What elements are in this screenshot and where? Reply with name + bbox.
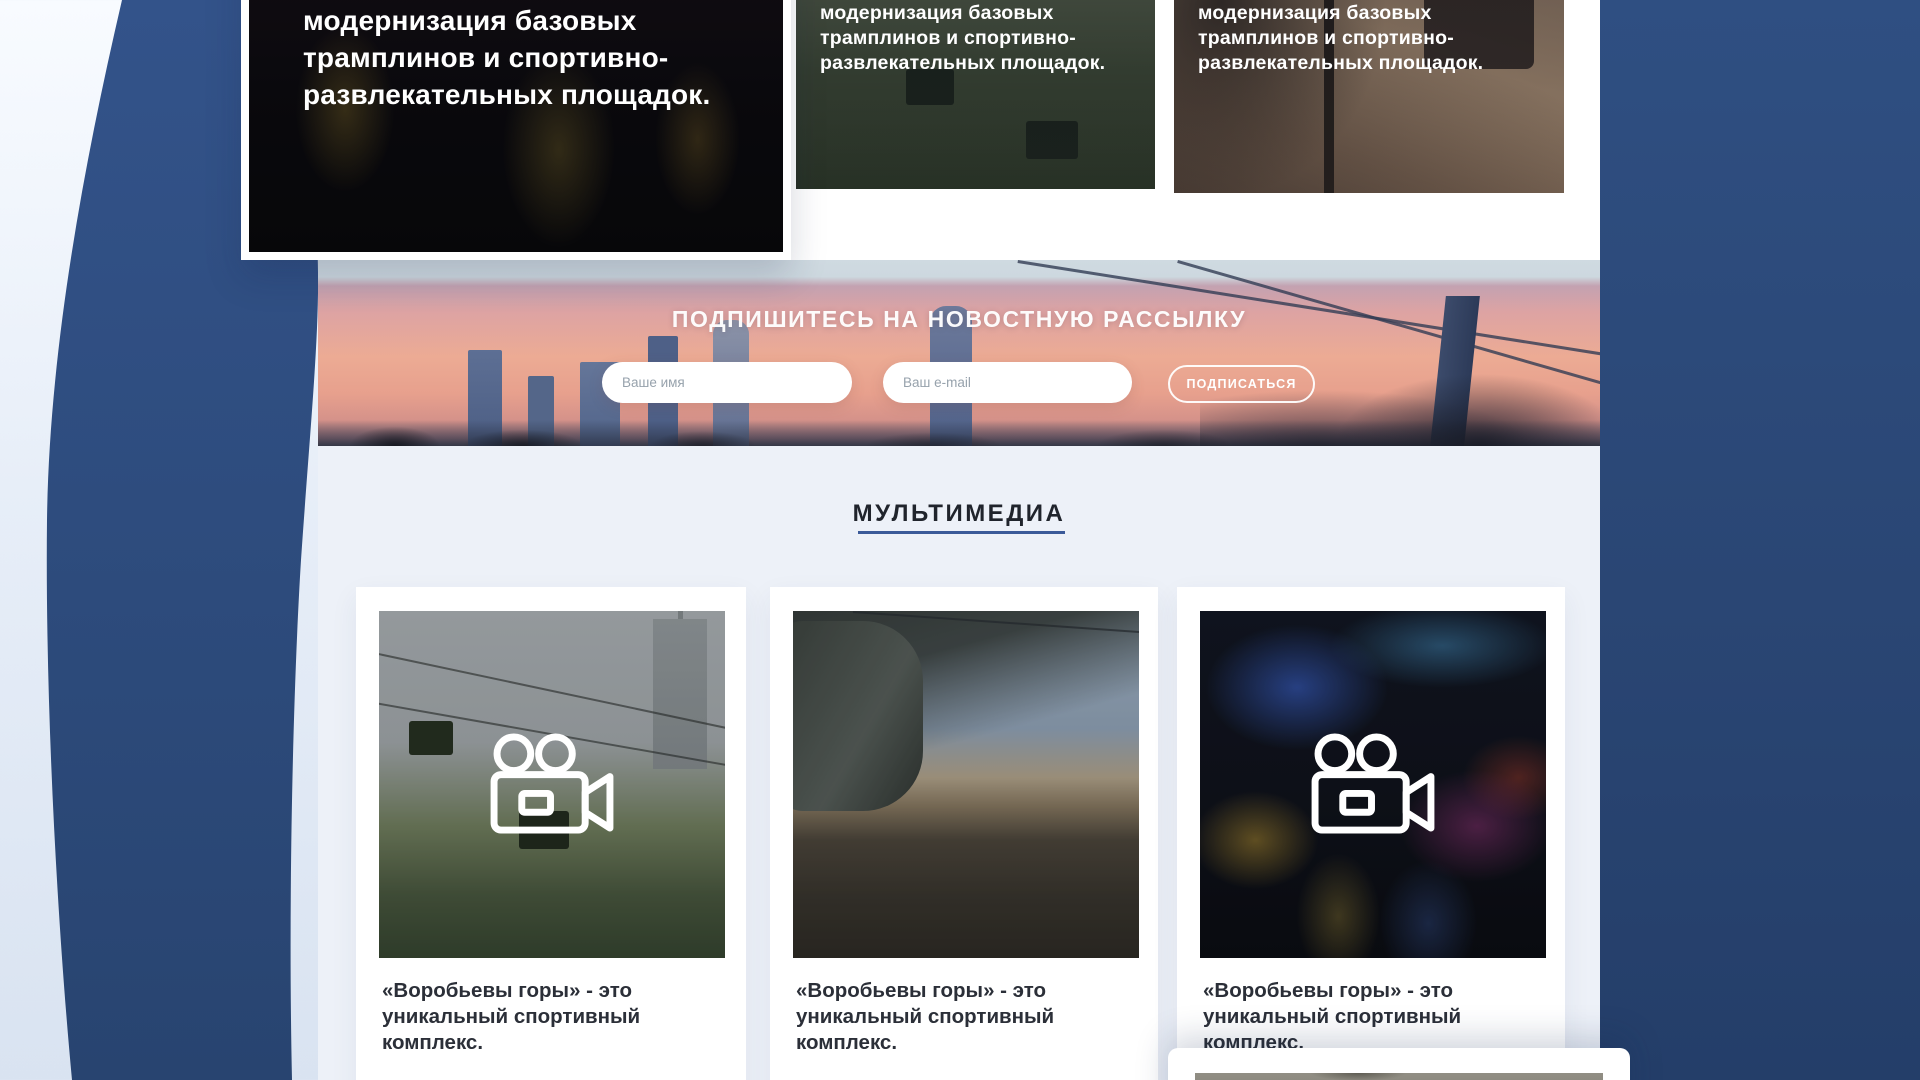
image-overlay <box>793 611 1139 958</box>
email-input[interactable] <box>883 362 1132 403</box>
content-column: модернизация базовых трамплинов и спорти… <box>318 0 1600 1080</box>
bottom-popup-panel[interactable] <box>1168 1048 1630 1080</box>
multimedia-card-image <box>793 611 1139 958</box>
multimedia-card-image <box>379 611 725 958</box>
video-camera-icon <box>490 733 614 837</box>
multimedia-card-title: «Воробьевы горы» - это уникальный спорти… <box>1203 978 1523 1056</box>
newsletter-title: ПОДПИШИТЕСЬ НА НОВОСТНУЮ РАССЫЛКУ <box>318 306 1600 333</box>
video-camera-icon <box>1311 733 1435 837</box>
multimedia-card[interactable]: «Воробьевы горы» - это уникальный спорти… <box>1177 587 1565 1080</box>
banner-tree-silhouettes <box>318 420 1600 446</box>
slider-slide-3[interactable]: модернизация базовых трамплинов и спорти… <box>1174 0 1564 193</box>
name-input[interactable] <box>602 362 852 403</box>
page: { "slider": { "slides": [ { "caption": "… <box>0 0 1920 1080</box>
multimedia-card-title: «Воробьевы горы» - это уникальный спорти… <box>382 978 702 1056</box>
multimedia-heading-underline <box>858 531 1065 534</box>
multimedia-heading: МУЛЬТИМЕДИА <box>318 500 1600 528</box>
right-background-panel <box>1600 0 1920 1080</box>
subscribe-button[interactable]: ПОДПИСАТЬСЯ <box>1168 365 1315 403</box>
multimedia-card-title: «Воробьевы горы» - это уникальный спорти… <box>796 978 1116 1056</box>
multimedia-card[interactable]: «Воробьевы горы» - это уникальный спорти… <box>770 587 1158 1080</box>
slider-slide-1-active[interactable]: модернизация базовых трамплинов и спорти… <box>241 0 791 260</box>
popup-image <box>1195 1073 1603 1080</box>
slide-caption: модернизация базовых трамплинов и спорти… <box>820 1 1120 76</box>
slider-slide-2[interactable]: модернизация базовых трамплинов и спорти… <box>796 0 1155 189</box>
slide-caption: модернизация базовых трамплинов и спорти… <box>1198 1 1498 76</box>
slide-caption: модернизация базовых трамплинов и спорти… <box>303 2 735 113</box>
newsletter-banner: ПОДПИШИТЕСЬ НА НОВОСТНУЮ РАССЫЛКУ ПОДПИС… <box>318 260 1600 446</box>
multimedia-card[interactable]: «Воробьевы горы» - это уникальный спорти… <box>356 587 746 1080</box>
multimedia-card-image <box>1200 611 1546 958</box>
